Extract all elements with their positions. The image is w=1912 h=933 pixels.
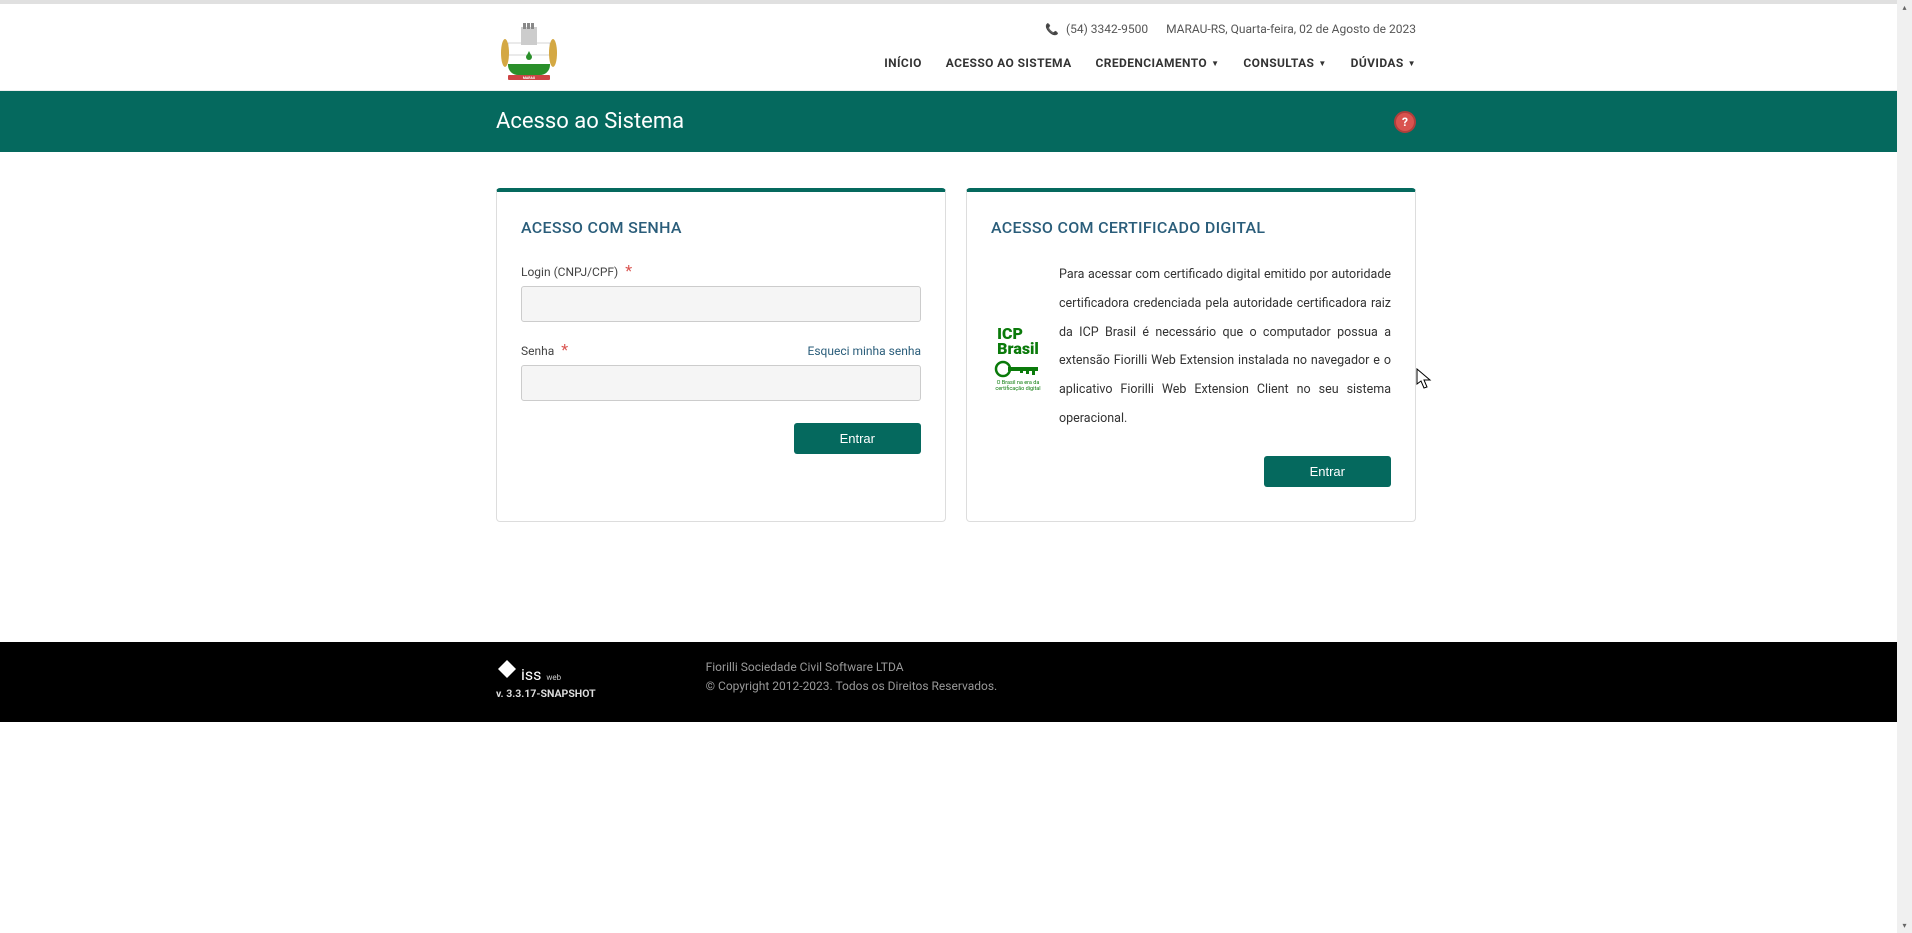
nav-inicio[interactable]: INÍCIO [884, 56, 922, 80]
question-icon: ? [1402, 115, 1408, 129]
municipality-logo[interactable]: MARAU [496, 22, 562, 82]
required-mark: * [561, 340, 568, 359]
certificate-login-card: ACESSO COM CERTIFICADO DIGITAL ICP Brasi… [966, 188, 1416, 522]
key-icon [994, 359, 1042, 379]
footer-logo: iss web [496, 658, 596, 684]
header: MARAU 📞 (54) 3342-9500 MARAU-RS, Quarta-… [0, 4, 1912, 91]
scrollbar[interactable]: ▴ ▾ [1897, 0, 1912, 933]
chevron-down-icon: ▼ [1318, 59, 1326, 68]
password-label: Senha [521, 344, 554, 358]
chevron-down-icon: ▼ [1408, 59, 1416, 68]
password-input[interactable] [521, 365, 921, 401]
page-title: Acesso ao Sistema [496, 109, 684, 134]
scrollbar-up-icon[interactable]: ▴ [1897, 0, 1912, 15]
password-field-group: Senha * Esqueci minha senha [521, 340, 921, 401]
certificate-card-title: ACESSO COM CERTIFICADO DIGITAL [991, 218, 1391, 237]
page-banner: Acesso ao Sistema ? [0, 91, 1912, 152]
certificate-description: Para acessar com certificado digital emi… [1059, 261, 1391, 434]
footer-company: Fiorilli Sociedade Civil Software LTDA [706, 658, 998, 677]
phone-display: 📞 (54) 3342-9500 [1045, 22, 1148, 36]
password-card-title: ACESSO COM SENHA [521, 218, 921, 237]
icp-brasil-logo: ICP Brasil O Brasil na era da certificaç… [991, 285, 1045, 434]
footer-copyright: © Copyright 2012-2023. Todos os Direitos… [706, 677, 998, 696]
svg-text:MARAU: MARAU [523, 76, 536, 80]
login-submit-button[interactable]: Entrar [794, 423, 921, 454]
phone-icon: 📞 [1045, 23, 1059, 36]
scrollbar-down-icon[interactable]: ▾ [1897, 918, 1912, 933]
certificate-submit-button[interactable]: Entrar [1264, 456, 1391, 487]
iss-logo-icon [496, 658, 518, 680]
password-login-card: ACESSO COM SENHA Login (CNPJ/CPF) * Senh… [496, 188, 946, 522]
main-nav: INÍCIO ACESSO AO SISTEMA CREDENCIAMENTO … [884, 56, 1416, 80]
nav-acesso-sistema[interactable]: ACESSO AO SISTEMA [946, 56, 1072, 80]
required-mark: * [625, 261, 632, 280]
header-info: 📞 (54) 3342-9500 MARAU-RS, Quarta-feira,… [1045, 22, 1416, 36]
login-field-group: Login (CNPJ/CPF) * [521, 261, 921, 322]
login-input[interactable] [521, 286, 921, 322]
footer-text: Fiorilli Sociedade Civil Software LTDA ©… [706, 658, 998, 696]
nav-consultas[interactable]: CONSULTAS ▼ [1243, 56, 1326, 80]
chevron-down-icon: ▼ [1211, 59, 1219, 68]
footer-version: v. 3.3.17-SNAPSHOT [496, 687, 596, 700]
nav-duvidas[interactable]: DÚVIDAS ▼ [1351, 56, 1416, 80]
forgot-password-link[interactable]: Esqueci minha senha [808, 344, 922, 358]
nav-credenciamento[interactable]: CREDENCIAMENTO ▼ [1096, 56, 1220, 80]
login-label: Login (CNPJ/CPF) [521, 265, 618, 279]
content-area: ACESSO COM SENHA Login (CNPJ/CPF) * Senh… [496, 188, 1416, 642]
location-date: MARAU-RS, Quarta-feira, 02 de Agosto de … [1166, 22, 1416, 36]
footer: iss web v. 3.3.17-SNAPSHOT Fiorilli Soci… [0, 642, 1912, 722]
help-button[interactable]: ? [1394, 111, 1416, 133]
